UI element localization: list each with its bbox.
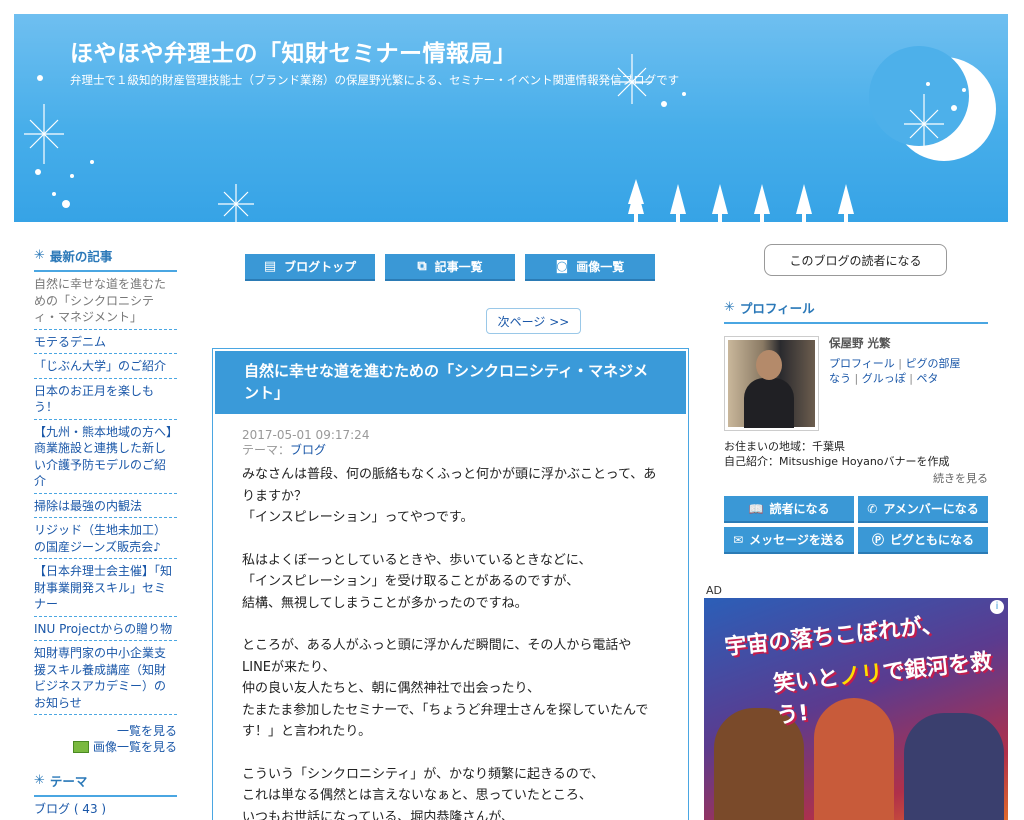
theme-item[interactable]: ブログ ( 43 ) <box>34 797 177 820</box>
book-icon: 📖 <box>748 501 764 516</box>
recent-article-item: 自然に幸せな道を進むための「シンクロニシティ・マネジメント」 <box>34 272 177 330</box>
article-theme-link[interactable]: ブログ <box>290 443 326 457</box>
profile-address: お住まいの地域：千葉県 <box>724 440 845 453</box>
send-message-action[interactable]: ✉ メッセージを送る <box>724 527 854 554</box>
article-body: みなさんは普段、何の脈絡もなくふっと何かが頭に浮かぶことって、ありますか？ 「イ… <box>213 458 688 820</box>
chat-icon: ✆ <box>867 501 878 516</box>
become-reader-action[interactable]: 📖 読者になる <box>724 496 854 523</box>
profile-photo[interactable] <box>724 336 819 431</box>
image-list-more-link[interactable]: 画像一覧を見る <box>34 739 177 755</box>
blog-title[interactable]: ほやほや弁理士の「知財セミナー情報局」 <box>70 34 517 68</box>
info-icon[interactable]: i <box>990 600 1004 614</box>
list-more-link[interactable]: 一覧を見る <box>34 723 177 739</box>
sparkle-icon: ✳ <box>34 248 45 263</box>
now-link[interactable]: なう <box>829 372 851 385</box>
next-page-button[interactable]: 次ページ >> <box>486 308 581 334</box>
ad-label: AD <box>706 584 722 597</box>
article-theme: テーマ：ブログ <box>242 443 327 457</box>
image-list-button[interactable]: ◙ 画像一覧 <box>525 254 655 281</box>
recent-article-item[interactable]: 掃除は最強の内観法 <box>34 494 177 518</box>
profile-more-link[interactable]: 続きを見る <box>724 470 988 486</box>
recent-articles-list: 自然に幸せな道を進むための「シンクロニシティ・マネジメント」 モテるデニム 「じ… <box>34 272 177 715</box>
article: 自然に幸せな道を進むための「シンクロニシティ・マネジメント」 2017-05-0… <box>212 348 689 820</box>
sparkle-icon: ✳ <box>724 300 735 315</box>
article-paragraph: こういう「シンクロニシティ」が、かなり頻繁に起きるので、 これは単なる偶然とは言… <box>242 766 605 820</box>
profile-actions: 📖 読者になる ✆ アメンバーになる ✉ メッセージを送る Ⓟ ピグともになる <box>724 496 988 554</box>
sparkle-icon: ✳ <box>34 773 45 788</box>
mail-icon: ✉ <box>733 532 744 547</box>
profile-info: 保屋野 光繁 プロフィール | ピグの部屋 なう | グルっぽ | ペタ <box>829 336 961 431</box>
theme-heading: ✳ テーマ <box>34 771 177 797</box>
profile-name: 保屋野 光繁 <box>829 336 891 350</box>
recent-article-item[interactable]: リジッド（生地未加工）の国産ジーンズ販売会♪ <box>34 518 177 559</box>
right-sidebar: ✳ プロフィール 保屋野 光繁 プロフィール | ピグの部屋 なう | グルっぽ… <box>724 298 988 554</box>
recent-article-item[interactable]: INU Projectからの贈り物 <box>34 617 177 641</box>
recent-article-item[interactable]: 日本のお正月を楽しもう！ <box>34 379 177 420</box>
article-title[interactable]: 自然に幸せな道を進むための「シンクロニシティ・マネジメント」 <box>215 351 686 414</box>
profile-intro: 自己紹介：Mitsushige Hoyanoバナーを作成 <box>724 455 950 468</box>
recent-article-item[interactable]: 「じぶん大学」のご紹介 <box>34 354 177 379</box>
pig-room-link[interactable]: ピグの部屋 <box>906 357 961 370</box>
profile-link[interactable]: プロフィール <box>829 357 895 370</box>
recent-article-item[interactable]: 【九州・熊本地域の方へ】商業施設と連携した新しい介護予防モデルのご紹介 <box>34 420 177 494</box>
peta-link[interactable]: ペタ <box>916 372 938 385</box>
become-amember-action[interactable]: ✆ アメンバーになる <box>858 496 988 523</box>
pig-icon: Ⓟ <box>871 533 884 547</box>
blog-top-button[interactable]: ▤ ブログトップ <box>245 254 375 281</box>
blog-subtitle: 弁理士で１級知的財産管理技能士（ブランド業務）の保屋野光繁による、セミナー・イベ… <box>70 73 680 87</box>
camera-icon: ◙ <box>555 259 569 274</box>
blog-nav: ▤ ブログトップ ⧉ 記事一覧 ◙ 画像一覧 <box>245 254 655 281</box>
article-meta: 2017-05-01 09:17:24 テーマ：ブログ <box>213 416 688 458</box>
profile-heading: ✳ プロフィール <box>724 298 988 324</box>
profile-links: プロフィール | ピグの部屋 なう | グルっぽ | ペタ <box>829 357 961 385</box>
image-icon <box>72 741 89 753</box>
recent-article-item[interactable]: 知財専門家の中小企業支援スキル養成講座（知財ビジネスアカデミー）のお知らせ <box>34 641 177 715</box>
ad-banner[interactable]: i 宇宙の落ちこぼれが、 笑いとノリで銀河を救う! <box>704 598 1008 820</box>
article-date: 2017-05-01 09:17:24 <box>242 428 370 442</box>
copy-icon: ⧉ <box>417 259 427 274</box>
theme-list: ブログ ( 43 ) <box>34 797 177 820</box>
document-icon: ▤ <box>263 259 277 274</box>
become-reader-button[interactable]: このブログの読者になる <box>764 244 947 276</box>
blog-header: ほやほや弁理士の「知財セミナー情報局」 弁理士で１級知的財産管理技能士（ブランド… <box>14 14 1008 222</box>
article-paragraph: ところが、ある人がふっと頭に浮かんだ瞬間に、その人から電話やLINEが来たり、 … <box>242 638 649 739</box>
recent-articles-heading: ✳ 最新の記事 <box>34 246 177 272</box>
article-list-button[interactable]: ⧉ 記事一覧 <box>385 254 515 281</box>
left-sidebar: ✳ 最新の記事 自然に幸せな道を進むための「シンクロニシティ・マネジメント」 モ… <box>34 246 177 820</box>
article-paragraph: 私はよくぼーっとしているときや、歩いているときなどに、 「インスピレーション」を… <box>242 552 592 611</box>
article-paragraph: みなさんは普段、何の脈絡もなくふっと何かが頭に浮かぶことって、ありますか？ 「イ… <box>242 467 657 525</box>
become-pigfriend-action[interactable]: Ⓟ ピグともになる <box>858 527 988 554</box>
recent-article-item[interactable]: 【日本弁理士会主催】「知財事業開発スキル」セミナー <box>34 559 177 617</box>
recent-article-item[interactable]: モテるデニム <box>34 330 177 354</box>
profile: 保屋野 光繁 プロフィール | ピグの部屋 なう | グルっぽ | ペタ <box>724 336 988 431</box>
gurupo-link[interactable]: グルっぽ <box>862 372 906 385</box>
